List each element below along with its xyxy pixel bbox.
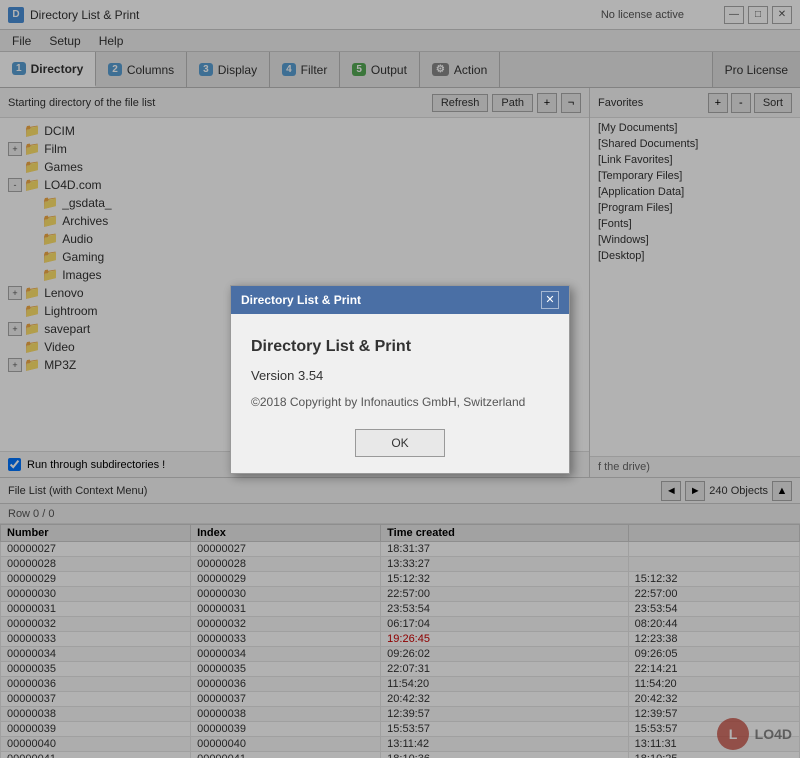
modal-title-bar: Directory List & Print ✕ <box>231 286 569 314</box>
about-dialog: Directory List & Print ✕ Directory List … <box>230 285 570 474</box>
modal-overlay[interactable]: Directory List & Print ✕ Directory List … <box>0 0 800 758</box>
modal-ok-row: OK <box>251 429 549 457</box>
modal-version: Version 3.54 <box>251 368 549 383</box>
modal-close-button[interactable]: ✕ <box>541 291 559 309</box>
modal-body: Directory List & Print Version 3.54 ©201… <box>231 314 569 473</box>
modal-ok-button[interactable]: OK <box>355 429 445 457</box>
modal-app-title: Directory List & Print <box>251 338 549 356</box>
modal-title: Directory List & Print <box>241 293 361 307</box>
modal-copyright: ©2018 Copyright by Infonautics GmbH, Swi… <box>251 395 549 409</box>
